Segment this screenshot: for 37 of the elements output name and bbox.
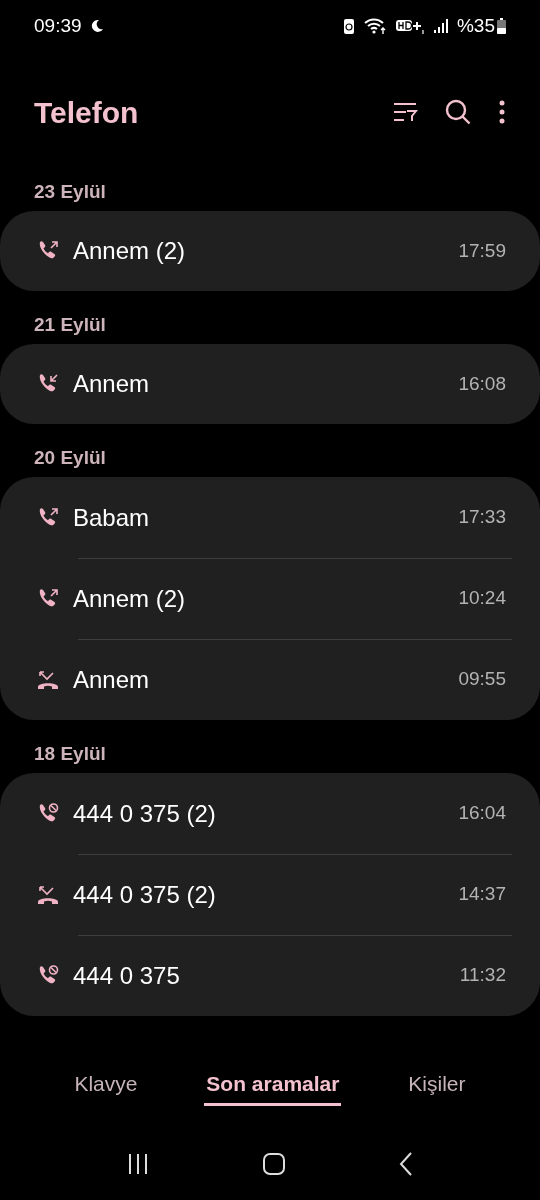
call-time: 10:24 xyxy=(458,586,506,611)
caller-name[interactable]: 444 0 375 (2) xyxy=(73,876,459,913)
date-heading: 21 Eylül xyxy=(34,314,106,335)
date-heading: 18 Eylül xyxy=(34,743,106,764)
call-time: 11:32 xyxy=(459,963,506,988)
search-button[interactable] xyxy=(444,98,472,126)
caller-name[interactable]: Annem (2) xyxy=(73,580,459,617)
call-time: 16:08 xyxy=(458,371,506,396)
more-options-button[interactable] xyxy=(498,99,506,125)
call-time: 09:55 xyxy=(458,667,506,692)
call-time: 16:04 xyxy=(458,801,506,826)
caller-name[interactable]: Annem (2) xyxy=(73,233,459,269)
tab[interactable]: Klavye xyxy=(72,1063,140,1107)
caller-name[interactable]: Annem xyxy=(73,661,459,698)
signal-icon xyxy=(432,18,449,34)
call-time: 14:37 xyxy=(458,882,506,907)
caller-name[interactable]: Annem xyxy=(73,366,459,402)
caller-name[interactable]: 444 0 375 xyxy=(73,957,460,994)
date-heading: 20 Eylül xyxy=(34,447,106,468)
moon-icon xyxy=(89,19,104,33)
clock-time: 09:39 xyxy=(34,13,82,38)
battery-percent: %35 xyxy=(456,13,495,38)
battery-saver-icon xyxy=(342,17,355,35)
app-title: Telefon xyxy=(34,94,139,131)
wifi-icon xyxy=(362,17,387,35)
call-time: 17:33 xyxy=(458,505,506,530)
call-time: 17:59 xyxy=(458,238,506,263)
battery-icon xyxy=(497,18,506,34)
recent-apps-button[interactable] xyxy=(126,1152,150,1176)
tab[interactable]: Kişiler xyxy=(406,1063,468,1107)
home-button[interactable] xyxy=(262,1152,286,1176)
tab[interactable]: Son aramalar xyxy=(204,1063,342,1107)
caller-name[interactable]: Babam xyxy=(73,499,459,536)
back-button[interactable] xyxy=(398,1151,414,1177)
hd-voice-icon xyxy=(394,17,425,35)
date-heading: 23 Eylül xyxy=(34,181,106,202)
caller-name[interactable]: 444 0 375 (2) xyxy=(73,795,459,832)
